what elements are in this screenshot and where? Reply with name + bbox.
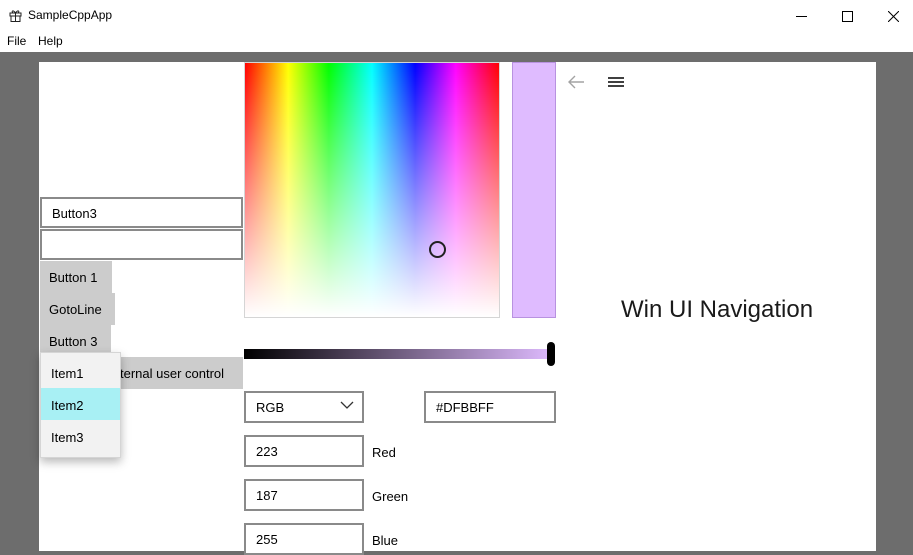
title-bar [0,0,913,32]
green-label: Green [372,489,409,504]
maximize-icon [841,10,853,22]
close-button[interactable] [870,0,913,32]
navigation-title: Win UI Navigation [621,296,814,323]
red-label: Red [372,445,396,460]
spectrum-selection-ring[interactable] [429,241,446,258]
red-input[interactable]: 223 [244,435,364,467]
minimize-button[interactable] [778,0,824,32]
blue-label: Blue [372,533,399,548]
maximize-button[interactable] [824,0,870,32]
menu-file[interactable]: File [7,34,26,48]
value-slider-track[interactable] [244,349,554,359]
value-slider-thumb[interactable] [547,342,555,366]
button-1[interactable]: Button 1 [40,261,112,293]
empty-textbox[interactable] [40,229,243,260]
blue-input[interactable]: 255 [244,523,364,555]
minimize-icon [795,15,807,17]
hex-input[interactable]: #DFBBFF [424,391,556,423]
color-mode-value: RGB [256,400,285,415]
menu-bar [0,32,913,52]
gift-icon [9,10,22,22]
dropdown-item-selected[interactable]: Item2 [41,388,120,420]
hamburger-icon[interactable] [606,74,626,90]
button3-textbox[interactable]: Button3 [40,197,243,228]
window-title: SampleCppApp [28,8,113,22]
dropdown-item[interactable]: Item3 [41,420,120,452]
menu-help[interactable]: Help [38,34,63,48]
color-spectrum[interactable] [244,62,500,318]
green-input[interactable]: 187 [244,479,364,511]
chevron-down-icon [340,401,354,409]
back-arrow-icon[interactable] [566,74,586,90]
color-preview-swatch [512,62,556,318]
close-icon [887,10,899,22]
gotoline-button[interactable]: GotoLine [40,293,115,325]
dropdown-item[interactable]: Item1 [41,356,120,388]
